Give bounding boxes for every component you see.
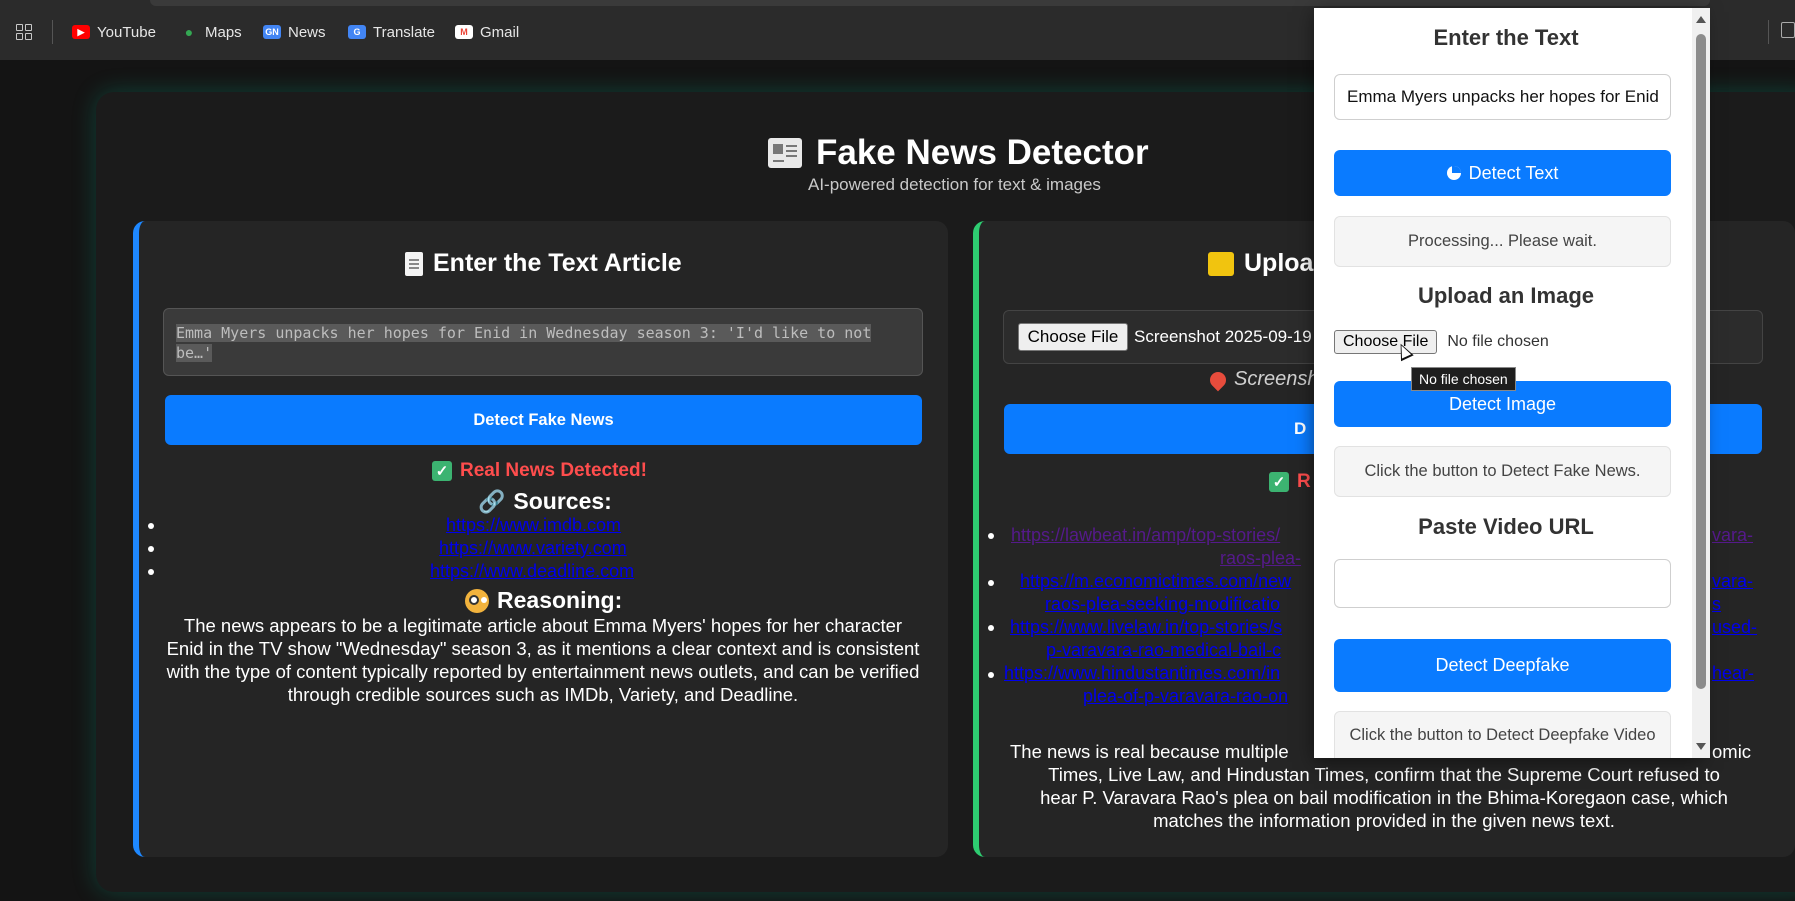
detect-fake-news-button[interactable]: Detect Fake News [165, 395, 922, 445]
check-icon: ✓ [1269, 472, 1289, 492]
result-text: Real News Detected! [460, 460, 647, 481]
source-link[interactable]: https://www.hindustantimes.com/in [1004, 663, 1280, 684]
image-result-text: R [1297, 471, 1311, 492]
check-icon: ✓ [432, 461, 452, 481]
gmail-icon: M [455, 25, 473, 39]
source-link[interactable]: https://www.imdb.com [446, 515, 621, 536]
source-link[interactable]: https://www.deadline.com [430, 561, 634, 582]
youtube-icon: ▶ [72, 25, 90, 39]
source-link[interactable]: plea-of-p-varavara-rao-on [1083, 686, 1288, 707]
tab-strip-edge [150, 0, 1710, 6]
bookmark-label: News [288, 23, 326, 41]
image-reasoning-line: matches the information provided in the … [1153, 810, 1615, 831]
source-link[interactable]: s [1712, 594, 1721, 615]
scroll-thumb[interactable] [1696, 34, 1706, 689]
source-link[interactable]: https://lawbeat.in/amp/top-stories/ [1011, 525, 1280, 546]
source-link[interactable]: raos-plea- [1220, 548, 1301, 569]
sources-heading-text: Sources: [513, 488, 612, 514]
source-link[interactable]: raos-plea-seeking-modificatio [1045, 594, 1280, 615]
reasoning-heading: Reasoning: [465, 587, 622, 614]
bookmark-label: Translate [373, 23, 435, 41]
source-link[interactable]: https://m.economictimes.com/new [1020, 571, 1291, 592]
loading-spinner-icon [1446, 166, 1461, 180]
image-card-title-label: Uploa [1244, 249, 1314, 277]
bookmark-label: YouTube [97, 23, 156, 41]
news-icon: GN [263, 25, 281, 39]
screenshot-caption-text: Screensh [1234, 368, 1319, 390]
pushpin-icon [1206, 368, 1230, 391]
source-link[interactable]: https://www.livelaw.in/top-stories/s [1010, 617, 1282, 638]
detect-text-label: Detect Text [1468, 162, 1559, 183]
article-textarea[interactable]: Emma Myers unpacks her hopes for Enid in… [163, 308, 923, 376]
popup-no-file-label: No file chosen [1447, 333, 1549, 350]
list-bullet [148, 523, 154, 529]
apps-grid-icon[interactable] [16, 24, 32, 40]
source-link[interactable]: vara- [1712, 571, 1753, 592]
page-title-text: Fake News Detector [816, 133, 1149, 172]
popup-scrollbar[interactable] [1692, 8, 1710, 758]
translate-icon: G [348, 25, 366, 39]
bookmarks-divider [52, 20, 53, 44]
bookmark-label: Maps [205, 23, 242, 41]
bookmark-gmail[interactable]: M Gmail [455, 20, 519, 44]
text-card-title: Enter the Text Article [405, 249, 682, 278]
popup-video-heading: Paste Video URL [1418, 514, 1594, 539]
source-link[interactable]: hear- [1712, 663, 1754, 684]
source-link[interactable]: p-varavara-rao-medical-bail-c [1046, 640, 1281, 661]
article-text-selection: Emma Myers unpacks her hopes for Enid in… [176, 324, 872, 362]
popup-file-row: Choose File No file chosen [1334, 330, 1549, 354]
newspaper-icon [768, 138, 802, 168]
source-link[interactable]: vara- [1712, 525, 1753, 546]
image-reasoning-line: omic [1712, 741, 1752, 762]
screenshot-caption: Screensh [1206, 368, 1319, 391]
reasoning-heading-text: Reasoning: [497, 587, 623, 613]
reasoning-text: The news appears to be a legitimate arti… [166, 615, 920, 705]
selected-file-name: Screenshot 2025-09-19 [1134, 327, 1312, 346]
choose-file-button[interactable]: Choose File [1018, 323, 1128, 351]
file-input-tooltip: No file chosen [1411, 367, 1516, 391]
maps-icon: ● [184, 24, 194, 40]
page-subtitle: AI-powered detection for text & images [808, 175, 1101, 194]
bookmark-news[interactable]: GN News [263, 20, 326, 44]
text-status-box: Processing... Please wait. [1334, 216, 1671, 267]
page-title: Fake News Detector [768, 133, 1149, 173]
list-bullet [988, 625, 994, 631]
page-icon [405, 251, 423, 276]
video-url-input[interactable] [1334, 559, 1671, 608]
image-reasoning-line: hear P. Varavara Rao's plea on bail modi… [1040, 787, 1728, 808]
deepfake-status-box: Click the button to Detect Deepfake Vide… [1334, 711, 1671, 758]
sources-heading: 🔗 Sources: [478, 488, 612, 515]
source-link[interactable]: used- [1712, 617, 1757, 638]
list-bullet [148, 569, 154, 575]
image-status-box: Click the button to Detect Fake News. [1334, 446, 1671, 497]
detect-text-button[interactable]: Detect Text [1334, 150, 1671, 196]
link-icon: 🔗 [478, 488, 506, 514]
list-bullet [988, 580, 994, 586]
image-result-line: ✓ R [1269, 471, 1311, 493]
bookmark-label: Gmail [480, 23, 520, 41]
all-bookmarks-icon[interactable] [1781, 22, 1795, 38]
list-bullet [988, 672, 994, 678]
popup-text-input[interactable]: Emma Myers unpacks her hopes for Enid [1334, 74, 1671, 120]
bookmark-maps[interactable]: ● Maps [180, 20, 242, 44]
detect-deepfake-button[interactable]: Detect Deepfake [1334, 639, 1671, 692]
thinking-face-icon [465, 588, 489, 613]
bookmark-youtube[interactable]: ▶ YouTube [72, 20, 156, 44]
source-link[interactable]: https://www.variety.com [439, 538, 627, 559]
popup-text-heading: Enter the Text [1433, 25, 1579, 50]
result-line: ✓ Real News Detected! [432, 460, 647, 482]
list-bullet [988, 533, 994, 539]
picture-icon [1208, 251, 1234, 276]
list-bullet [148, 546, 154, 552]
popup-choose-file-button[interactable]: Choose File [1334, 330, 1438, 354]
image-card-title: Uploa [1208, 249, 1313, 278]
image-reasoning-line: The news is real because multiple [1010, 741, 1289, 762]
scroll-up-arrow-icon[interactable] [1696, 16, 1706, 23]
scroll-down-arrow-icon[interactable] [1696, 743, 1706, 750]
popup-image-heading: Upload an Image [1417, 283, 1595, 308]
bookmarks-divider [1768, 20, 1769, 44]
image-reasoning-line: Times, Live Law, and Hindustan Times, co… [1048, 764, 1720, 785]
bookmark-translate[interactable]: G Translate [348, 20, 435, 44]
text-card-title-label: Enter the Text Article [433, 249, 682, 277]
